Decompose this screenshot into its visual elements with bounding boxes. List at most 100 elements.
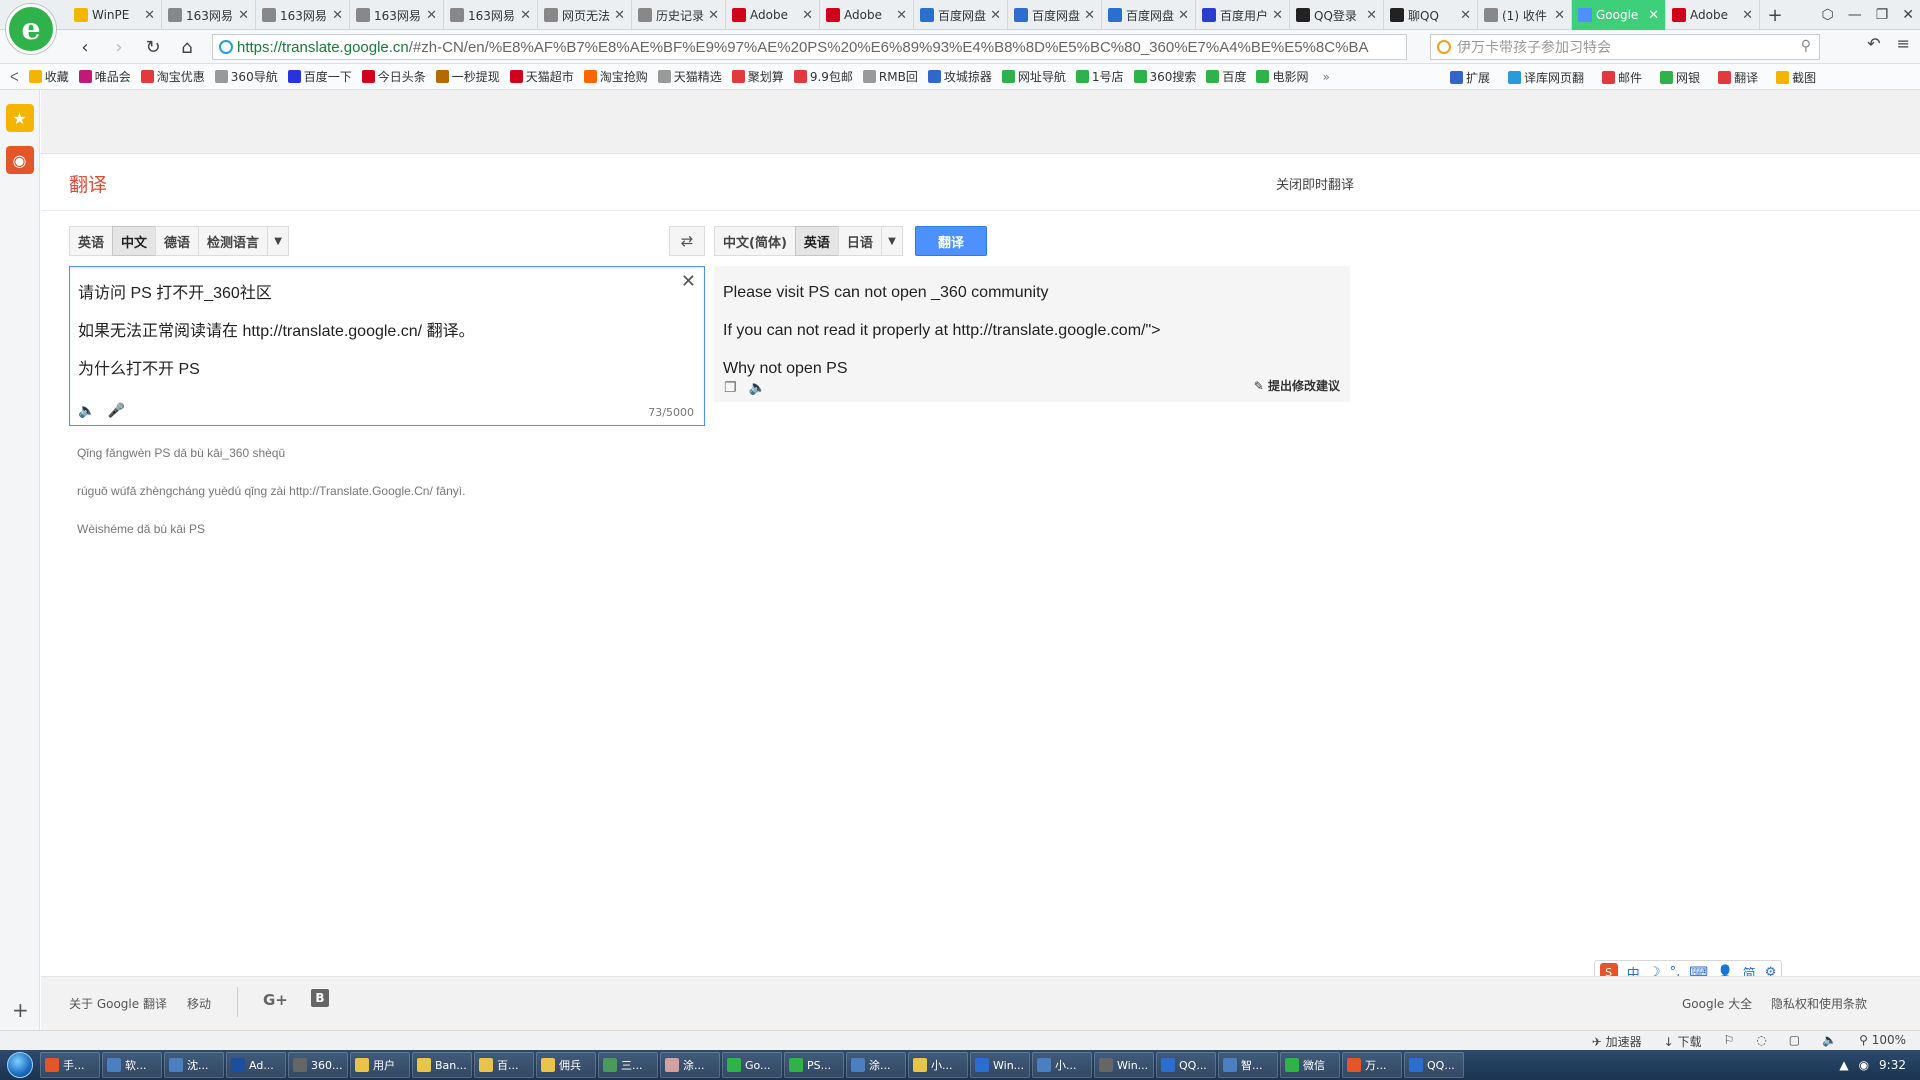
bookmark-item[interactable]: 网址导航 bbox=[1001, 68, 1066, 85]
add-sidebar-icon[interactable]: + bbox=[12, 998, 29, 1022]
taskbar-button[interactable]: 360... bbox=[288, 1052, 348, 1078]
bookmark-item[interactable]: 天猫超市 bbox=[509, 68, 574, 85]
bookmark-item[interactable]: 百度 bbox=[1206, 68, 1246, 85]
bookmark-item[interactable]: 1号店 bbox=[1075, 68, 1124, 85]
clean-icon[interactable]: ◌ bbox=[1756, 1033, 1766, 1050]
bookmark-item[interactable]: 360搜索 bbox=[1133, 68, 1196, 85]
bookmark-item[interactable]: 淘宝抢购 bbox=[583, 68, 648, 85]
browser-tab[interactable]: 百度用户 ✕ bbox=[1196, 0, 1290, 30]
taskbar-button[interactable]: 涂... bbox=[846, 1052, 906, 1078]
clock[interactable]: 9:32 bbox=[1879, 1058, 1906, 1072]
collapse-sidebar-icon[interactable]: ᐸ bbox=[10, 70, 19, 84]
taskbar-button[interactable]: Ad... bbox=[226, 1052, 286, 1078]
source-lang-dropdown[interactable]: ▼ bbox=[267, 226, 290, 256]
bookmark-item[interactable]: 百度一下 bbox=[287, 68, 352, 85]
about-link[interactable]: 关于 Google 翻译 bbox=[69, 995, 167, 1012]
tab-close-icon[interactable]: ✕ bbox=[1460, 8, 1471, 23]
target-lang-japanese[interactable]: 日语 bbox=[837, 226, 882, 256]
translate-button[interactable]: 翻译 bbox=[915, 226, 987, 256]
browser-tab[interactable]: 聊QQ ✕ bbox=[1384, 0, 1478, 30]
toolbar-extension[interactable]: 邮件 bbox=[1602, 69, 1642, 86]
browser-tab[interactable]: 163网易 ✕ bbox=[350, 0, 444, 30]
search-field[interactable]: 伊万卡带孩子参加习特会 ⚲ bbox=[1430, 34, 1820, 60]
taskbar-button[interactable]: 智... bbox=[1218, 1052, 1278, 1078]
window-icon[interactable]: ▢ bbox=[1789, 1033, 1800, 1050]
browser-tab[interactable]: Adobe ✕ bbox=[1666, 0, 1760, 30]
target-lang-dropdown[interactable]: ▼ bbox=[880, 226, 903, 256]
bookmark-item[interactable]: 电影网 bbox=[1256, 68, 1308, 85]
tab-close-icon[interactable]: ✕ bbox=[1178, 8, 1189, 23]
skin-icon[interactable]: ⬡ bbox=[1821, 7, 1833, 23]
home-icon[interactable]: ⌂ bbox=[172, 32, 202, 62]
taskbar-button[interactable]: 微信 bbox=[1280, 1052, 1340, 1078]
download-button[interactable]: ↓ 下载 bbox=[1664, 1033, 1702, 1050]
suggest-edit-link[interactable]: ✎ 提出修改建议 bbox=[1254, 377, 1340, 394]
taskbar-button[interactable]: 手... bbox=[40, 1052, 100, 1078]
toolbar-extension[interactable]: 截图 bbox=[1776, 69, 1816, 86]
listen-source-icon[interactable]: 🔈 bbox=[78, 403, 95, 419]
bookmark-item[interactable]: 聚划算 bbox=[731, 68, 784, 85]
tab-close-icon[interactable]: ✕ bbox=[614, 8, 625, 23]
taskbar-button[interactable]: 用户 bbox=[350, 1052, 410, 1078]
target-lang-chinese-simplified[interactable]: 中文(简体) bbox=[714, 226, 796, 256]
toolbar-extension[interactable]: 翻译 bbox=[1718, 69, 1758, 86]
taskbar-button[interactable]: Go... bbox=[722, 1052, 782, 1078]
bookmark-item[interactable]: 唯品会 bbox=[78, 68, 131, 85]
tab-close-icon[interactable]: ✕ bbox=[1648, 8, 1659, 23]
toolbar-extension[interactable]: 扩展 bbox=[1450, 69, 1490, 86]
taskbar-button[interactable]: QQ... bbox=[1156, 1052, 1216, 1078]
bookmark-item[interactable]: 今日头条 bbox=[361, 68, 426, 85]
search-icon[interactable]: ⚲ bbox=[1801, 38, 1811, 54]
tab-close-icon[interactable]: ✕ bbox=[802, 8, 813, 23]
tray-chevron-icon[interactable]: ▲ bbox=[1839, 1058, 1848, 1072]
source-textarea[interactable]: 请访问 PS 打不开_360社区 如果无法正常阅读请在 http://trans… bbox=[69, 266, 705, 426]
tab-close-icon[interactable]: ✕ bbox=[1554, 8, 1565, 23]
tab-close-icon[interactable]: ✕ bbox=[1272, 8, 1283, 23]
tab-close-icon[interactable]: ✕ bbox=[896, 8, 907, 23]
mobile-link[interactable]: 移动 bbox=[187, 995, 211, 1012]
taskbar-button[interactable]: Win... bbox=[970, 1052, 1030, 1078]
tab-close-icon[interactable]: ✕ bbox=[990, 8, 1001, 23]
clear-source-icon[interactable]: ✕ bbox=[681, 271, 696, 292]
google-all-link[interactable]: Google 大全 bbox=[1682, 995, 1752, 1012]
taskbar-button[interactable]: 小... bbox=[1032, 1052, 1092, 1078]
tab-close-icon[interactable]: ✕ bbox=[520, 8, 531, 23]
swap-languages-button[interactable]: ⇄ bbox=[669, 226, 705, 256]
tab-close-icon[interactable]: ✕ bbox=[1084, 8, 1095, 23]
taskbar-button[interactable]: Ban... bbox=[412, 1052, 472, 1078]
source-lang-english[interactable]: 英语 bbox=[69, 226, 114, 256]
bookmark-item[interactable]: 淘宝优惠 bbox=[140, 68, 205, 85]
browser-tab[interactable]: QQ登录 ✕ bbox=[1290, 0, 1384, 30]
toolbar-extension[interactable]: 网银 bbox=[1660, 69, 1700, 86]
weibo-icon[interactable]: ◉ bbox=[5, 146, 34, 174]
browser-tab[interactable]: (1) 收件 ✕ bbox=[1478, 0, 1572, 30]
forward-icon[interactable]: › bbox=[104, 32, 134, 62]
new-tab-button[interactable]: + bbox=[1760, 0, 1790, 30]
browser-tab[interactable]: Google ✕ bbox=[1572, 0, 1666, 30]
target-lang-english[interactable]: 英语 bbox=[794, 226, 839, 256]
browser-tab[interactable]: 网页无法 ✕ bbox=[538, 0, 632, 30]
browser-tab[interactable]: WinPE ✕ bbox=[68, 0, 162, 30]
instant-translate-toggle[interactable]: 关闭即时翻译 bbox=[1276, 174, 1354, 193]
bookmark-item[interactable]: 9.9包邮 bbox=[793, 68, 853, 85]
source-lang-chinese[interactable]: 中文 bbox=[112, 226, 157, 256]
taskbar-button[interactable]: 软... bbox=[102, 1052, 162, 1078]
accelerator-button[interactable]: ✈ 加速器 bbox=[1592, 1033, 1642, 1050]
start-button[interactable] bbox=[0, 1050, 40, 1080]
volume-icon[interactable]: 🔈 bbox=[1822, 1033, 1837, 1050]
browser-tab[interactable]: 历史记录 ✕ bbox=[632, 0, 726, 30]
tab-close-icon[interactable]: ✕ bbox=[708, 8, 719, 23]
bookmark-item[interactable]: RMB回 bbox=[862, 68, 918, 85]
bookmark-item[interactable]: 360导航 bbox=[214, 68, 278, 85]
menu-icon[interactable]: ≡ bbox=[1897, 34, 1910, 53]
browser-tab[interactable]: 163网易 ✕ bbox=[444, 0, 538, 30]
privacy-link[interactable]: 隐私权和使用条款 bbox=[1771, 995, 1867, 1012]
maximize-button[interactable]: ❐ bbox=[1876, 7, 1889, 23]
tab-close-icon[interactable]: ✕ bbox=[332, 8, 343, 23]
back-icon[interactable]: ‹ bbox=[70, 32, 100, 62]
tray-browser-icon[interactable]: ◉ bbox=[1859, 1058, 1869, 1072]
flag-icon[interactable]: ⚐ bbox=[1724, 1033, 1735, 1050]
tab-close-icon[interactable]: ✕ bbox=[1742, 8, 1753, 23]
microphone-icon[interactable]: 🎤 bbox=[107, 403, 124, 419]
url-field[interactable]: https://translate.google.cn/#zh-CN/en/%E… bbox=[212, 34, 1407, 60]
